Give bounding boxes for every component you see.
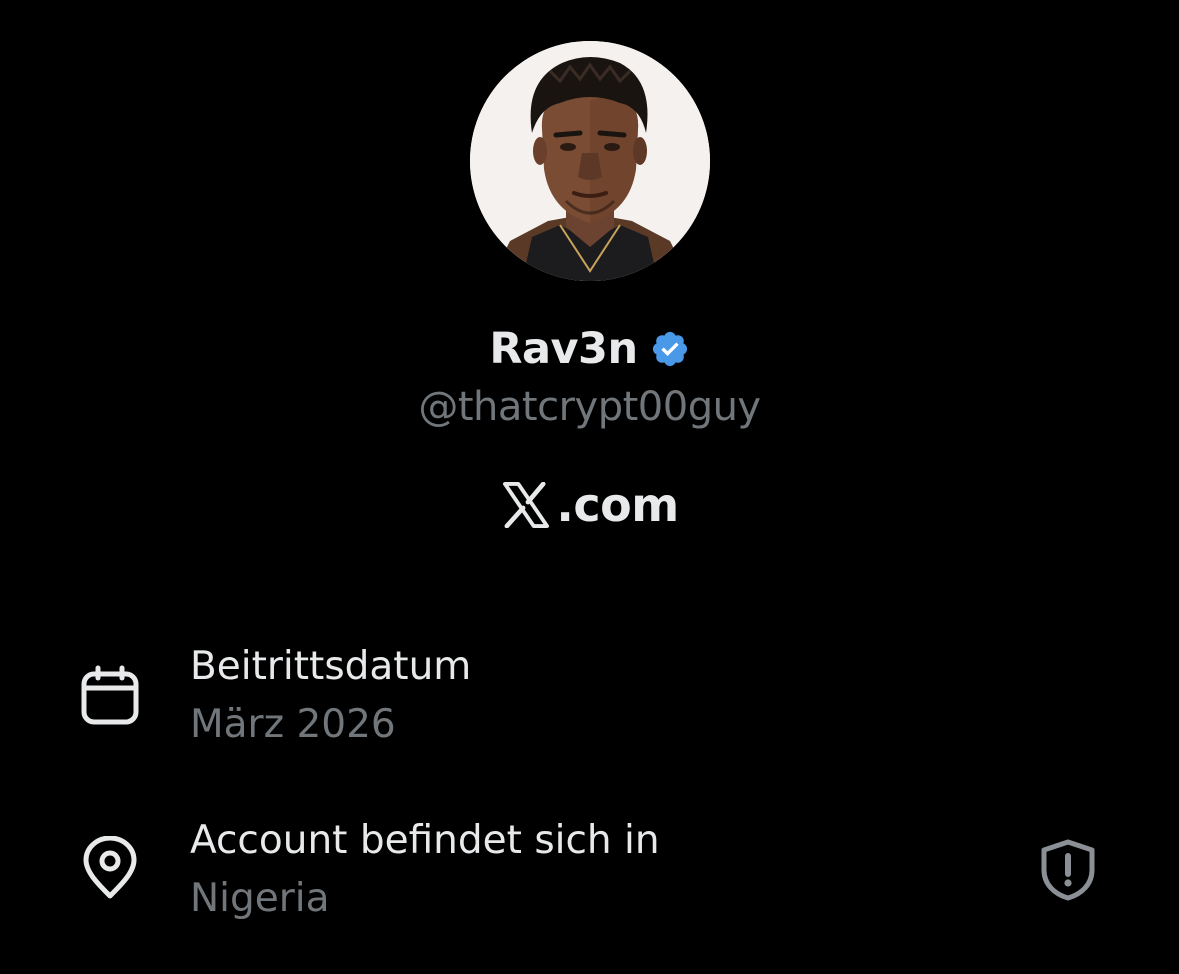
- joined-date-row: Beitrittsdatum März 2026: [0, 640, 1179, 760]
- joined-label: Beitrittsdatum: [190, 644, 472, 689]
- platform-domain-text: .com: [556, 478, 679, 532]
- display-name: Rav3n: [489, 324, 638, 374]
- account-location-row: Account befindet sich in Nigeria: [0, 814, 1179, 934]
- joined-value: März 2026: [190, 702, 396, 747]
- profile-name-row: Rav3n: [0, 318, 1179, 380]
- platform-domain: .com: [0, 474, 1179, 536]
- verified-badge-icon[interactable]: [650, 329, 690, 369]
- location-label: Account befindet sich in: [190, 818, 660, 863]
- location-value: Nigeria: [190, 876, 330, 921]
- profile-avatar[interactable]: [470, 41, 710, 281]
- shield-alert-icon[interactable]: [1036, 838, 1100, 902]
- calendar-icon: [81, 665, 139, 725]
- location-pin-icon: [83, 836, 137, 899]
- avatar-illustration: [470, 41, 710, 281]
- x-logo-icon: [503, 482, 550, 528]
- profile-handle[interactable]: @thatcrypt00guy: [0, 384, 1179, 430]
